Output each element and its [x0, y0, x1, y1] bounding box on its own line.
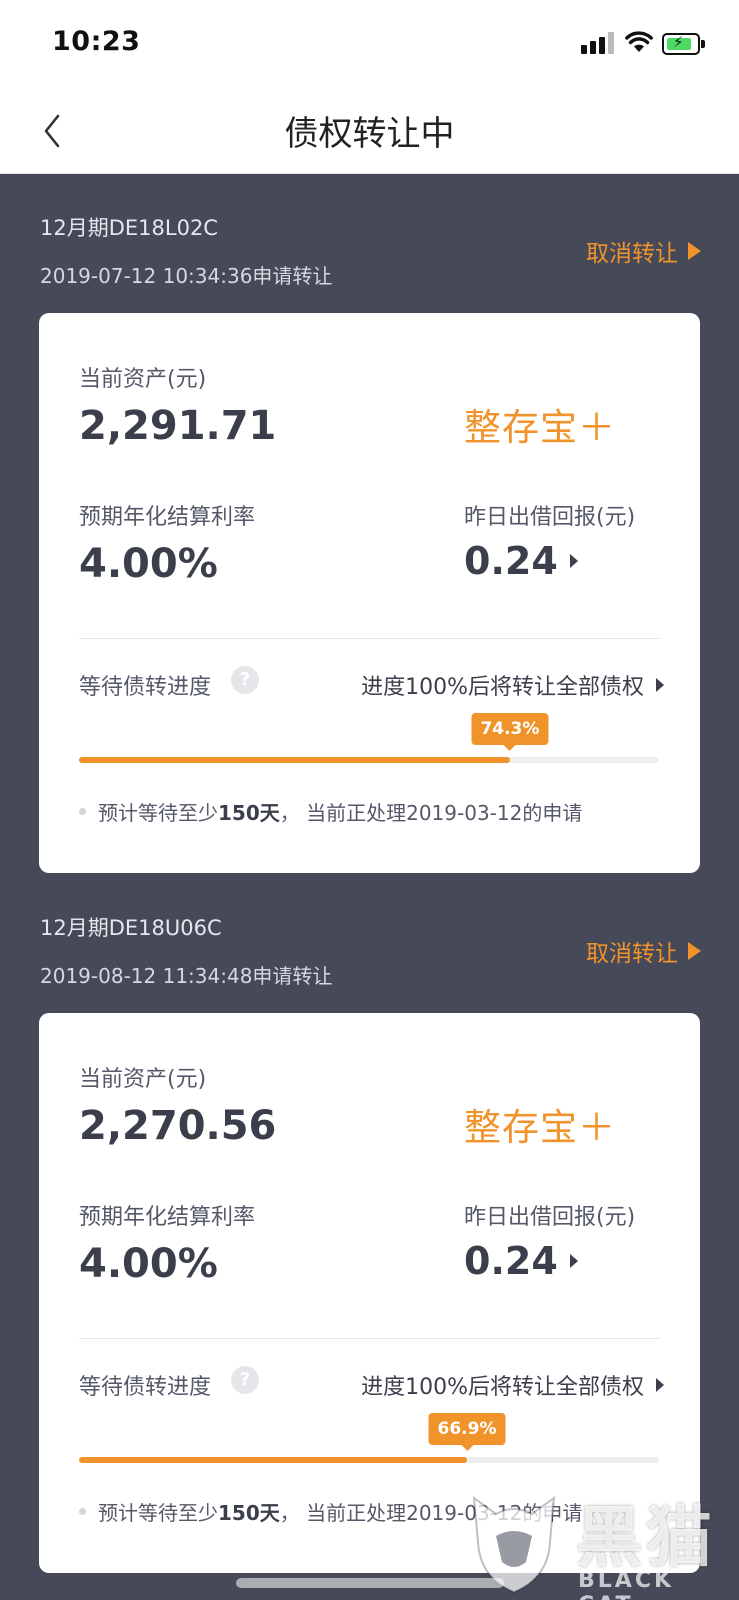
bullet-dot-icon	[79, 808, 86, 815]
nav-bar: 债权转让中	[0, 88, 739, 174]
rate-value: 4.00%	[79, 541, 218, 587]
rate-label: 预期年化结算利率	[79, 505, 256, 530]
cancel-transfer-button[interactable]: 取消转让	[586, 934, 701, 968]
return-value: 0.24	[464, 1239, 558, 1283]
wait-suffix: ， 当前正处理2019-03-12的申请	[279, 801, 583, 825]
wait-note: 预计等待至少 150天， 当前正处理2019-03-12的申请	[79, 797, 582, 826]
watermark-subtext: BLACK CAT	[578, 1568, 675, 1600]
bullet-dot-icon	[79, 1508, 86, 1515]
caret-right-icon	[656, 678, 664, 692]
item-period: 12月期DE18U06C	[40, 916, 222, 940]
help-icon[interactable]: ?	[231, 1366, 259, 1394]
asset-value: 2,291.71	[79, 403, 277, 449]
home-indicator[interactable]	[236, 1578, 504, 1588]
page-title: 债权转让中	[284, 114, 455, 154]
yesterday-return-link[interactable]: 0.24	[464, 539, 578, 583]
progress-percent-badge: 66.9%	[428, 1413, 506, 1451]
yesterday-return-link[interactable]: 0.24	[464, 1239, 578, 1283]
wifi-icon	[625, 31, 653, 52]
progress-percent-badge: 74.3%	[471, 713, 549, 751]
divider	[79, 1338, 660, 1339]
progress-note: 进度100%后将转让全部债权	[361, 675, 644, 700]
progress-fill	[79, 757, 510, 763]
transfer-item: 12月期DE18L02C 2019-07-12 10:34:36申请转让 取消转…	[0, 174, 739, 874]
product-name: 整存宝＋	[464, 1106, 616, 1149]
asset-value: 2,270.56	[79, 1103, 277, 1149]
progress-info-link[interactable]: 进度100%后将转让全部债权	[361, 1369, 664, 1401]
progress-label: 等待债转进度	[79, 675, 212, 700]
caret-right-icon	[569, 1254, 578, 1268]
wait-days: 150天	[218, 1501, 280, 1525]
progress-label: 等待债转进度	[79, 1375, 212, 1400]
help-icon[interactable]: ?	[231, 666, 259, 694]
watermark: 黑猫 BLACK CAT	[466, 1480, 739, 1600]
progress-note: 进度100%后将转让全部债权	[361, 1375, 644, 1400]
return-label: 昨日出借回报(元)	[464, 1205, 636, 1230]
asset-label: 当前资产(元)	[79, 367, 207, 392]
rate-label: 预期年化结算利率	[79, 1205, 256, 1230]
progress-fill	[79, 1457, 468, 1463]
product-name: 整存宝＋	[464, 406, 616, 449]
rate-value: 4.00%	[79, 1241, 218, 1287]
status-bar: 10:23 ⚡	[0, 0, 739, 88]
progress-track	[79, 757, 659, 763]
wait-prefix: 预计等待至少	[98, 801, 218, 825]
return-value: 0.24	[464, 539, 558, 583]
item-apply-time: 2019-08-12 11:34:48申请转让	[40, 964, 333, 988]
caret-right-icon	[569, 554, 578, 568]
asset-label: 当前资产(元)	[79, 1067, 207, 1092]
wait-days: 150天	[218, 801, 280, 825]
divider	[79, 638, 660, 639]
return-label: 昨日出借回报(元)	[464, 505, 636, 530]
watermark-text: 黑猫	[576, 1499, 716, 1576]
item-period: 12月期DE18L02C	[40, 216, 218, 240]
play-arrow-icon	[688, 942, 701, 960]
cancel-transfer-label: 取消转让	[586, 241, 678, 267]
asset-card: 当前资产(元) 2,291.71 整存宝＋ 预期年化结算利率 4.00% 昨日出…	[39, 313, 700, 873]
cancel-transfer-button[interactable]: 取消转让	[586, 234, 701, 268]
item-apply-time: 2019-07-12 10:34:36申请转让	[40, 264, 333, 288]
wait-prefix: 预计等待至少	[98, 1501, 218, 1525]
caret-right-icon	[656, 1378, 664, 1392]
progress-info-link[interactable]: 进度100%后将转让全部债权	[361, 669, 664, 701]
status-time: 10:23	[52, 26, 141, 57]
cellular-signal-icon	[581, 32, 615, 54]
progress-track	[79, 1457, 659, 1463]
play-arrow-icon	[688, 242, 701, 260]
cancel-transfer-label: 取消转让	[586, 941, 678, 967]
battery-charging-icon: ⚡	[662, 33, 706, 55]
